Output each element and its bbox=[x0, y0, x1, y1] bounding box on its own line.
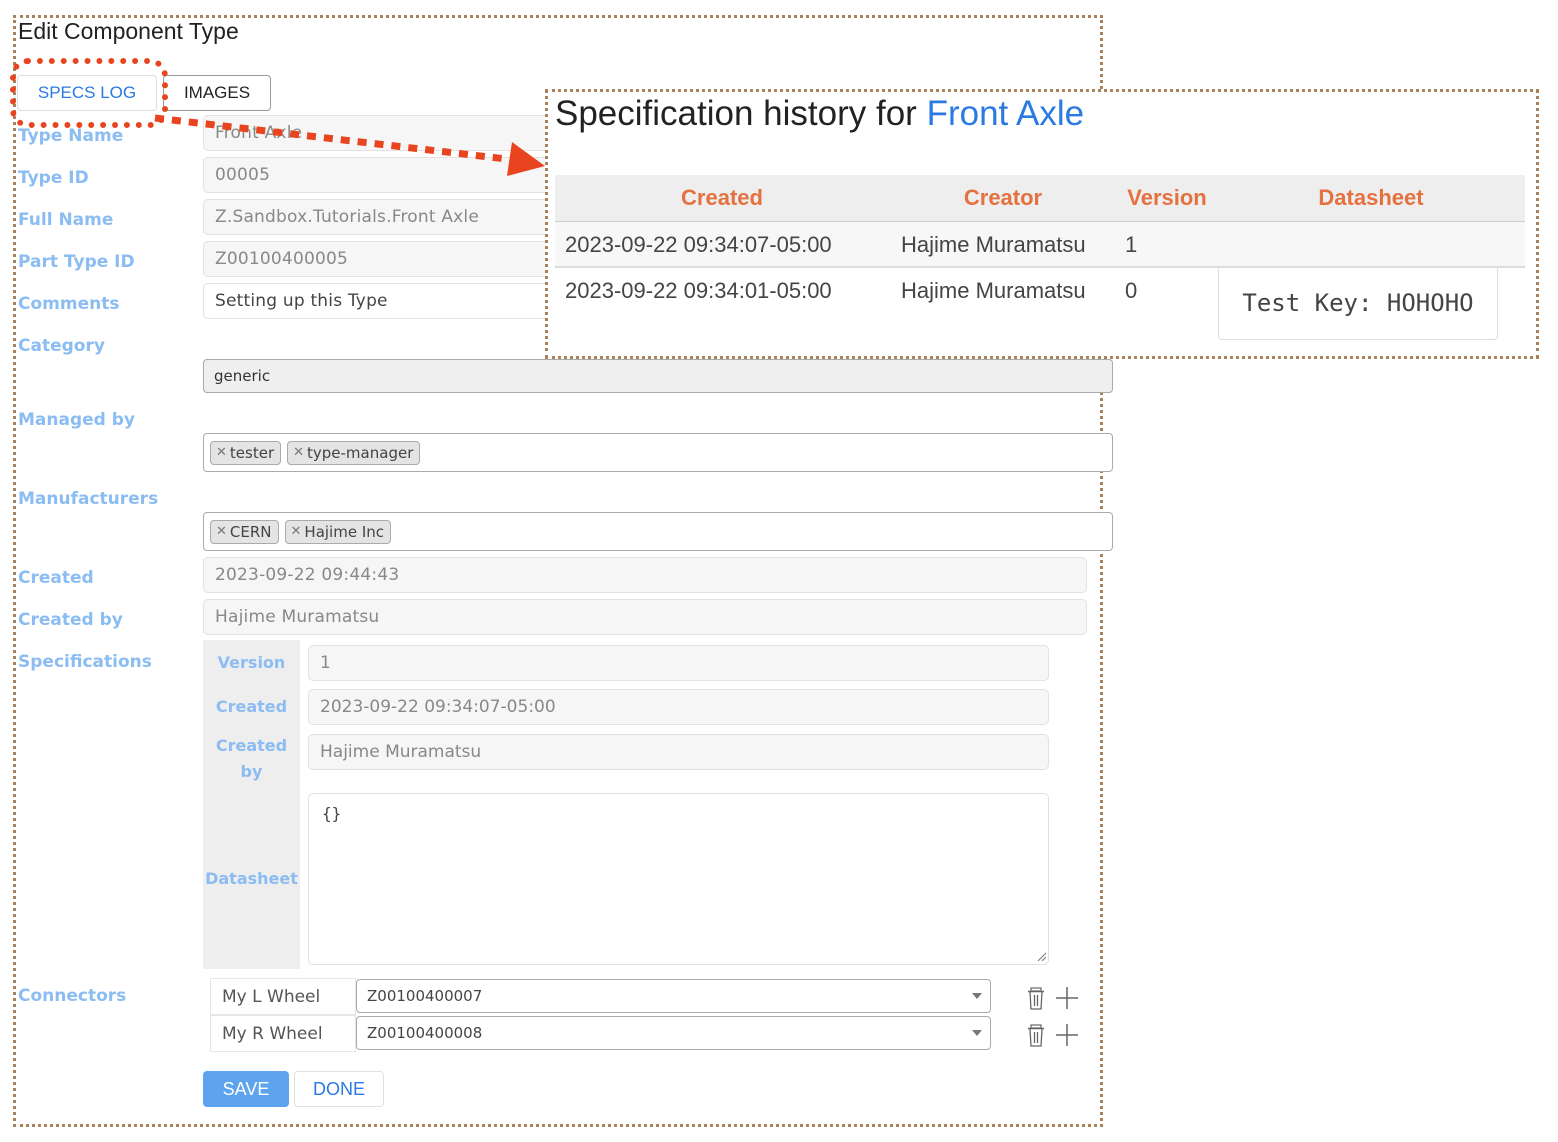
cell-version: 0 bbox=[1125, 278, 1138, 303]
spec-created-label: Created bbox=[215, 697, 288, 716]
connector-value: Z00100400007 bbox=[367, 987, 483, 1005]
created-field[interactable]: 2023-09-22 09:44:43 bbox=[203, 557, 1087, 593]
plus-icon[interactable] bbox=[1055, 986, 1079, 1010]
column-header[interactable]: Created bbox=[555, 175, 889, 222]
connectors-label: Connectors bbox=[18, 986, 127, 1006]
spec-created-field[interactable]: 2023-09-22 09:34:07-05:00 bbox=[308, 689, 1049, 725]
spec-history-table: Created Creator Version Datasheet 2023-0… bbox=[555, 175, 1525, 351]
specifications-label-column bbox=[203, 640, 300, 969]
manufacturers-label: Manufacturers bbox=[18, 489, 159, 509]
category-select[interactable]: generic bbox=[203, 359, 1113, 393]
connector-name[interactable]: My R Wheel bbox=[210, 1015, 356, 1052]
specifications-label: Specifications bbox=[18, 652, 152, 672]
column-header[interactable]: Version bbox=[1117, 175, 1217, 222]
spec-created-by-label-line2: by bbox=[240, 762, 263, 781]
cell-creator: Hajime Muramatsu bbox=[901, 278, 1086, 303]
full-name-label: Full Name bbox=[18, 210, 114, 230]
category-label: Category bbox=[18, 336, 105, 356]
tag: ✕ Hajime Inc bbox=[284, 519, 392, 544]
resize-grip-icon[interactable] bbox=[1036, 951, 1046, 961]
tag-label: CERN bbox=[229, 522, 272, 541]
tab-images[interactable]: IMAGES bbox=[163, 75, 271, 111]
cell-version: 1 bbox=[1125, 231, 1138, 257]
spec-version-field[interactable]: 1 bbox=[308, 645, 1049, 681]
trash-icon[interactable] bbox=[1026, 987, 1046, 1011]
managed-by-label: Managed by bbox=[18, 410, 135, 430]
spec-datasheet-label: Datasheet bbox=[205, 869, 298, 888]
part-type-id-label: Part Type ID bbox=[18, 252, 135, 272]
spec-history-type-link[interactable]: Front Axle bbox=[927, 94, 1085, 133]
tag-label: Hajime Inc bbox=[304, 522, 385, 541]
dropdown-caret-icon bbox=[972, 993, 982, 999]
connector-select[interactable]: Z00100400008 bbox=[356, 1016, 991, 1050]
created-label: Created bbox=[18, 568, 94, 588]
done-button[interactable]: DONE bbox=[294, 1071, 384, 1107]
cell-created: 2023-09-22 09:34:07-05:00 bbox=[565, 231, 832, 257]
type-name-field[interactable]: Front Axle bbox=[203, 115, 563, 151]
type-id-label: Type ID bbox=[18, 168, 89, 188]
part-type-id-field[interactable]: Z00100400005 bbox=[203, 241, 563, 277]
tag-label: tester bbox=[229, 443, 275, 462]
table-header-row: Created Creator Version Datasheet bbox=[555, 175, 1525, 222]
created-by-label: Created by bbox=[18, 610, 123, 630]
table-row[interactable]: 2023-09-22 09:34:07-05:00 Hajime Muramat… bbox=[555, 221, 1525, 267]
datasheet-preview: Test Key: HOHOHO bbox=[1218, 266, 1498, 340]
column-header[interactable]: Datasheet bbox=[1217, 175, 1525, 222]
cell-creator: Hajime Muramatsu bbox=[901, 231, 1086, 257]
dropdown-caret-icon bbox=[972, 1030, 982, 1036]
tag: ✕ type-manager bbox=[287, 440, 421, 465]
trash-icon[interactable] bbox=[1026, 1024, 1046, 1048]
managed-by-tags[interactable]: ✕ tester ✕ type-manager bbox=[203, 433, 1113, 472]
spec-created-by-label: Created by bbox=[203, 733, 300, 785]
remove-tag-icon[interactable]: ✕ bbox=[216, 445, 227, 460]
comments-field[interactable]: Setting up this Type bbox=[203, 283, 563, 319]
page-title: Edit Component Type bbox=[18, 18, 239, 44]
tag: ✕ CERN bbox=[210, 519, 279, 544]
comments-label: Comments bbox=[18, 294, 120, 314]
spec-history-title-prefix: Specification history for bbox=[555, 94, 927, 133]
cell-datasheet bbox=[1217, 221, 1525, 267]
spec-version-label: Version bbox=[217, 653, 286, 672]
column-header[interactable]: Creator bbox=[889, 175, 1117, 222]
cell-datasheet: Test Key: HOHOHO bbox=[1217, 266, 1525, 351]
full-name-field[interactable]: Z.Sandbox.Tutorials.Front Axle bbox=[203, 199, 563, 235]
tab-specs-log[interactable]: SPECS LOG bbox=[17, 75, 157, 111]
connector-name[interactable]: My L Wheel bbox=[210, 978, 356, 1015]
remove-tag-icon[interactable]: ✕ bbox=[216, 524, 227, 539]
manufacturers-tags[interactable]: ✕ CERN ✕ Hajime Inc bbox=[203, 512, 1113, 551]
plus-icon[interactable] bbox=[1055, 1023, 1079, 1047]
table-row[interactable]: 2023-09-22 09:34:01-05:00 Hajime Muramat… bbox=[555, 266, 1525, 351]
type-name-label: Type Name bbox=[18, 126, 124, 146]
connector-value: Z00100400008 bbox=[367, 1024, 483, 1042]
created-by-field[interactable]: Hajime Muramatsu bbox=[203, 599, 1087, 635]
tag: ✕ tester bbox=[210, 440, 282, 465]
spec-created-by-field[interactable]: Hajime Muramatsu bbox=[308, 734, 1049, 770]
type-id-field[interactable]: 00005 bbox=[203, 157, 563, 193]
remove-tag-icon[interactable]: ✕ bbox=[293, 445, 304, 460]
remove-tag-icon[interactable]: ✕ bbox=[291, 524, 302, 539]
connector-select[interactable]: Z00100400007 bbox=[356, 979, 991, 1013]
save-button[interactable]: SAVE bbox=[203, 1071, 289, 1107]
spec-history-title: Specification history for Front Axle bbox=[555, 94, 1084, 134]
tag-label: type-manager bbox=[307, 443, 414, 462]
cell-created: 2023-09-22 09:34:01-05:00 bbox=[565, 278, 832, 303]
spec-datasheet-textarea[interactable]: {} bbox=[308, 793, 1049, 965]
category-value: generic bbox=[214, 367, 271, 385]
spec-created-by-label-line1: Created bbox=[215, 736, 288, 755]
